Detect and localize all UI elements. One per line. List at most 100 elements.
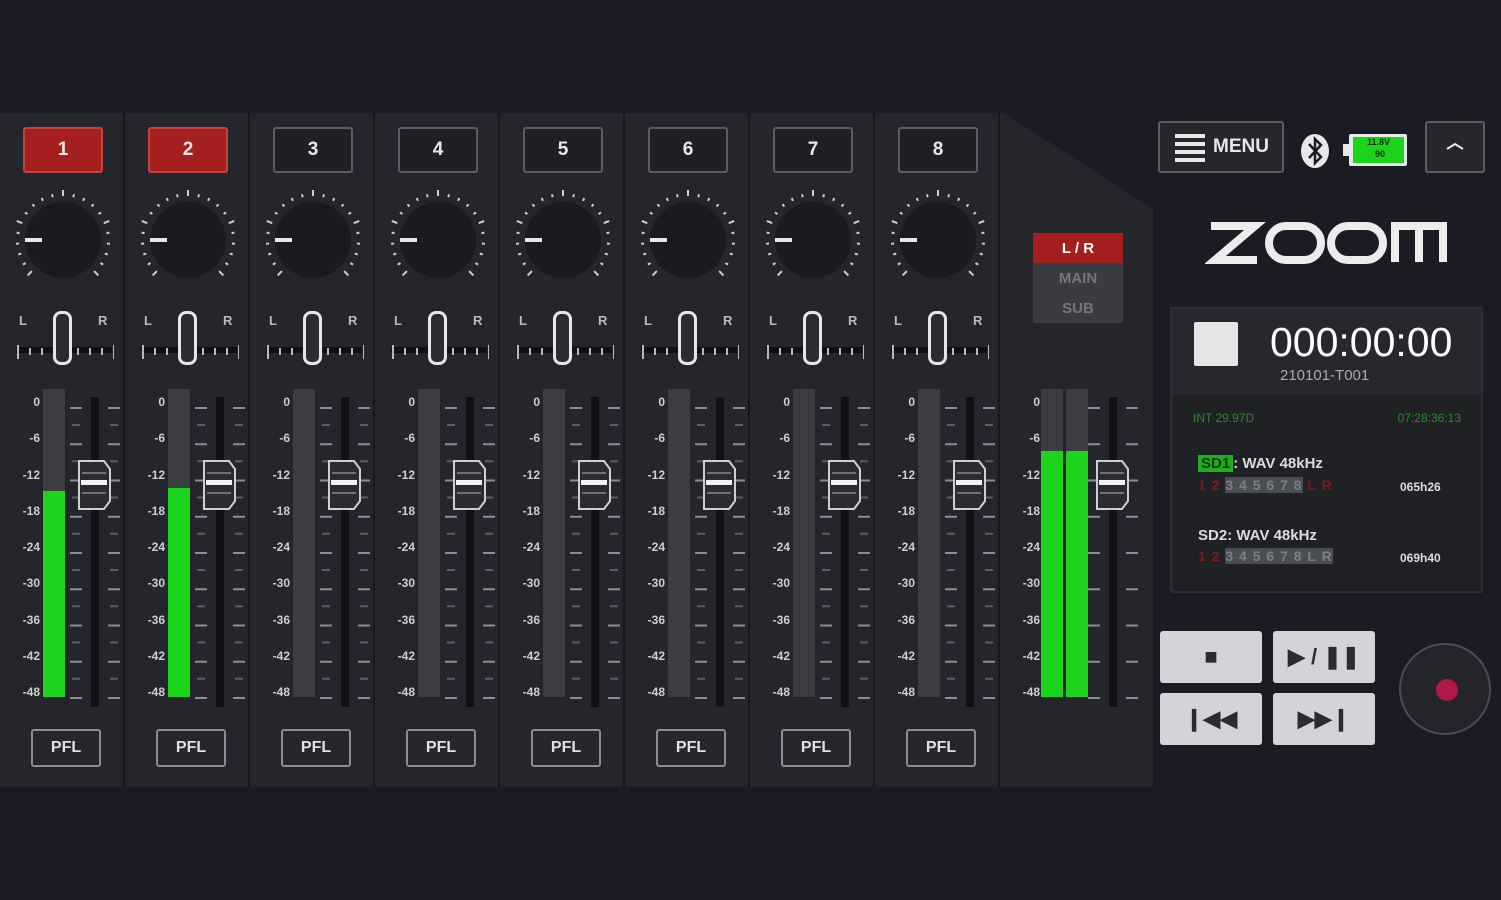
scale-mark: -24 <box>522 540 540 554</box>
pan-slider[interactable] <box>303 311 322 365</box>
gain-knob[interactable] <box>10 187 116 293</box>
next-button[interactable]: ▶▶❙ <box>1273 693 1375 745</box>
scale-mark: -12 <box>1022 467 1040 482</box>
pfl-button[interactable]: PFL <box>531 729 601 767</box>
gain-knob[interactable] <box>760 187 866 293</box>
scale-mark: -36 <box>397 612 415 627</box>
scale-mark: -18 <box>272 503 290 518</box>
scale-mark: -24 <box>147 540 165 554</box>
scale-mark: 0 <box>783 395 790 409</box>
fader-handle[interactable] <box>1094 459 1130 511</box>
sd1-format: : WAV 48kHz <box>1233 455 1323 472</box>
scale-mark: -6 <box>404 431 415 446</box>
level-meter <box>43 389 65 697</box>
scale-mark: -48 <box>147 685 165 699</box>
channel-strip-4: 4 L R 0 -6 -12 -18 -24 -30 -36 -42 -48 PFL <box>375 113 500 787</box>
scale-mark: -24 <box>1022 540 1040 554</box>
level-meter <box>168 389 190 697</box>
scale-mark: -30 <box>272 576 290 591</box>
fader-handle[interactable] <box>451 459 487 511</box>
channel-strip-2: 2 L R 0 -6 -12 -18 -24 -30 -36 -42 -48 PFL <box>125 113 250 787</box>
collapse-button[interactable] <box>1425 121 1485 173</box>
fader-handle[interactable] <box>826 459 862 511</box>
scale-mark: -12 <box>647 467 665 482</box>
scale-mark: -36 <box>647 612 665 627</box>
pfl-button[interactable]: PFL <box>406 729 476 767</box>
master-fader-track <box>1088 397 1138 707</box>
channel-select-button[interactable]: 1 <box>23 127 103 173</box>
pfl-button[interactable]: PFL <box>656 729 726 767</box>
scale-mark: -36 <box>147 612 165 627</box>
gain-knob[interactable] <box>135 187 241 293</box>
fader-handle[interactable] <box>201 459 237 511</box>
fader-track <box>320 397 370 707</box>
level-meter <box>918 389 940 697</box>
scale-mark: -48 <box>897 685 915 699</box>
sd2-tag: SD2 <box>1198 527 1228 544</box>
menu-button[interactable]: MENU <box>1158 121 1284 173</box>
scale-mark: -30 <box>397 576 415 591</box>
pan-left-label: L <box>519 313 527 328</box>
pan-slider[interactable] <box>553 311 572 365</box>
scale-mark: -18 <box>147 503 165 518</box>
stop-button[interactable]: ■ <box>1160 631 1262 683</box>
scale-mark: -12 <box>397 467 415 482</box>
bus-item[interactable]: L / R <box>1033 233 1123 263</box>
pfl-button[interactable]: PFL <box>156 729 226 767</box>
channel-strip-6: 6 L R 0 -6 -12 -18 -24 -30 -36 -42 -48 PFL <box>625 113 750 787</box>
fader-track <box>195 397 245 707</box>
scale-mark: -48 <box>647 685 665 699</box>
bus-item[interactable]: SUB <box>1033 293 1123 323</box>
scale-mark: -48 <box>1022 685 1040 699</box>
fader-handle[interactable] <box>326 459 362 511</box>
pan-slider[interactable] <box>678 311 697 365</box>
pfl-button[interactable]: PFL <box>281 729 351 767</box>
timecode-mode: INT 29.97D <box>1193 411 1255 425</box>
scale-mark: -18 <box>772 503 790 518</box>
pan-slider[interactable] <box>178 311 197 365</box>
bus-item[interactable]: MAIN <box>1033 263 1123 293</box>
scale-mark: -6 <box>529 431 540 446</box>
channel-select-button[interactable]: 8 <box>898 127 978 173</box>
previous-button[interactable]: ❙◀◀ <box>1160 693 1262 745</box>
channel-select-button[interactable]: 7 <box>773 127 853 173</box>
scale-mark: -48 <box>22 685 40 699</box>
meter-fill <box>43 490 65 697</box>
pfl-button[interactable]: PFL <box>781 729 851 767</box>
channel-select-button[interactable]: 3 <box>273 127 353 173</box>
record-button[interactable] <box>1399 643 1491 735</box>
scale-mark: 0 <box>533 395 540 409</box>
timecode: 000:00:00 <box>1270 319 1453 365</box>
channel-select-button[interactable]: 6 <box>648 127 728 173</box>
level-scale: 0 -6 -12 -18 -24 -30 -36 -42 -48 <box>500 395 540 707</box>
pan-slider[interactable] <box>803 311 822 365</box>
scale-mark: -6 <box>154 431 165 446</box>
gain-knob[interactable] <box>885 187 991 293</box>
fader-handle[interactable] <box>701 459 737 511</box>
gain-knob[interactable] <box>385 187 491 293</box>
gain-knob[interactable] <box>635 187 741 293</box>
play-pause-button[interactable]: ▶ / ❚❚ <box>1273 631 1375 683</box>
pfl-button[interactable]: PFL <box>31 729 101 767</box>
pan-right-label: R <box>473 313 483 328</box>
scale-mark: -18 <box>22 503 40 518</box>
scale-mark: -36 <box>897 612 915 627</box>
channel-select-button[interactable]: 5 <box>523 127 603 173</box>
fader-handle[interactable] <box>576 459 612 511</box>
zoom-logo <box>1204 220 1450 266</box>
gain-knob[interactable] <box>510 187 616 293</box>
channel-select-button[interactable]: 2 <box>148 127 228 173</box>
bluetooth-icon[interactable] <box>1300 133 1330 169</box>
sd2-format: : WAV 48kHz <box>1227 527 1317 544</box>
pan-slider[interactable] <box>428 311 447 365</box>
pan-slider[interactable] <box>928 311 947 365</box>
fader-handle[interactable] <box>76 459 112 511</box>
fader-handle[interactable] <box>951 459 987 511</box>
pan-slider[interactable] <box>53 311 72 365</box>
channel-select-button[interactable]: 4 <box>398 127 478 173</box>
pfl-button[interactable]: PFL <box>906 729 976 767</box>
gain-knob[interactable] <box>260 187 366 293</box>
pan-right-label: R <box>973 313 983 328</box>
sd2-tracks-armed: 1 2 <box>1198 548 1221 564</box>
scale-mark: -12 <box>522 467 540 482</box>
